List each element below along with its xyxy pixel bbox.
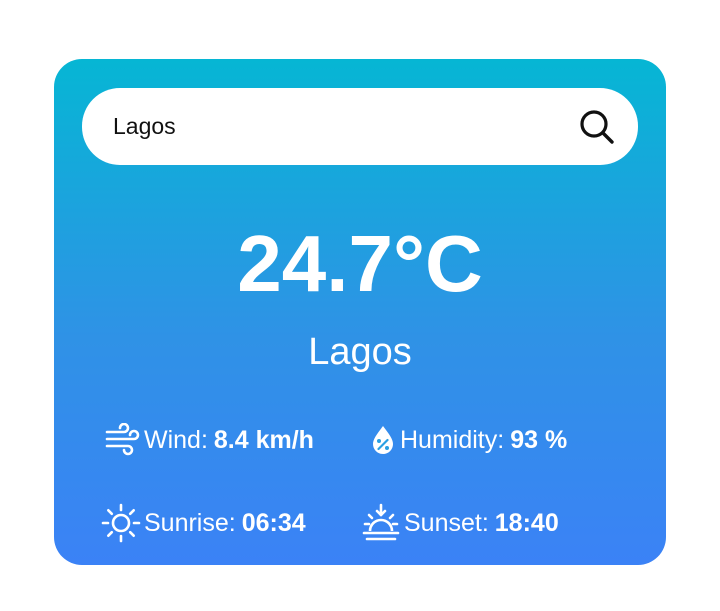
- wind-label: Wind:: [144, 426, 208, 454]
- search-icon: [580, 110, 614, 144]
- humidity-value: 93 %: [510, 426, 568, 454]
- sunset-value: 18:40: [494, 509, 559, 537]
- sunrise-sun-icon: [100, 502, 142, 544]
- sunrise-label: Sunrise:: [144, 509, 236, 537]
- sunset-label: Sunset:: [404, 509, 489, 537]
- wind-info: Wind: 8.4 km/h: [104, 423, 314, 457]
- sunset-info: Sunset: 18:40: [360, 502, 559, 544]
- wind-value: 8.4 km/h: [213, 426, 314, 454]
- search-button[interactable]: [576, 106, 618, 148]
- city-name: Lagos: [308, 331, 412, 373]
- humidity-label: Humidity:: [400, 426, 505, 454]
- weather-card: 24.7°C Lagos Wind: 8.4 km/h Humidity: 93…: [54, 59, 666, 565]
- sunset-icon: [360, 502, 402, 544]
- sunrise-info: Sunrise: 06:34: [100, 502, 306, 544]
- humidity-drop-icon: [368, 423, 398, 457]
- temperature-display: 24.7°C: [237, 219, 483, 308]
- search-bar: [82, 88, 638, 165]
- sunrise-value: 06:34: [241, 509, 306, 537]
- city-search-input[interactable]: [113, 88, 553, 165]
- humidity-info: Humidity: 93 %: [368, 423, 567, 457]
- wind-icon: [104, 423, 142, 457]
